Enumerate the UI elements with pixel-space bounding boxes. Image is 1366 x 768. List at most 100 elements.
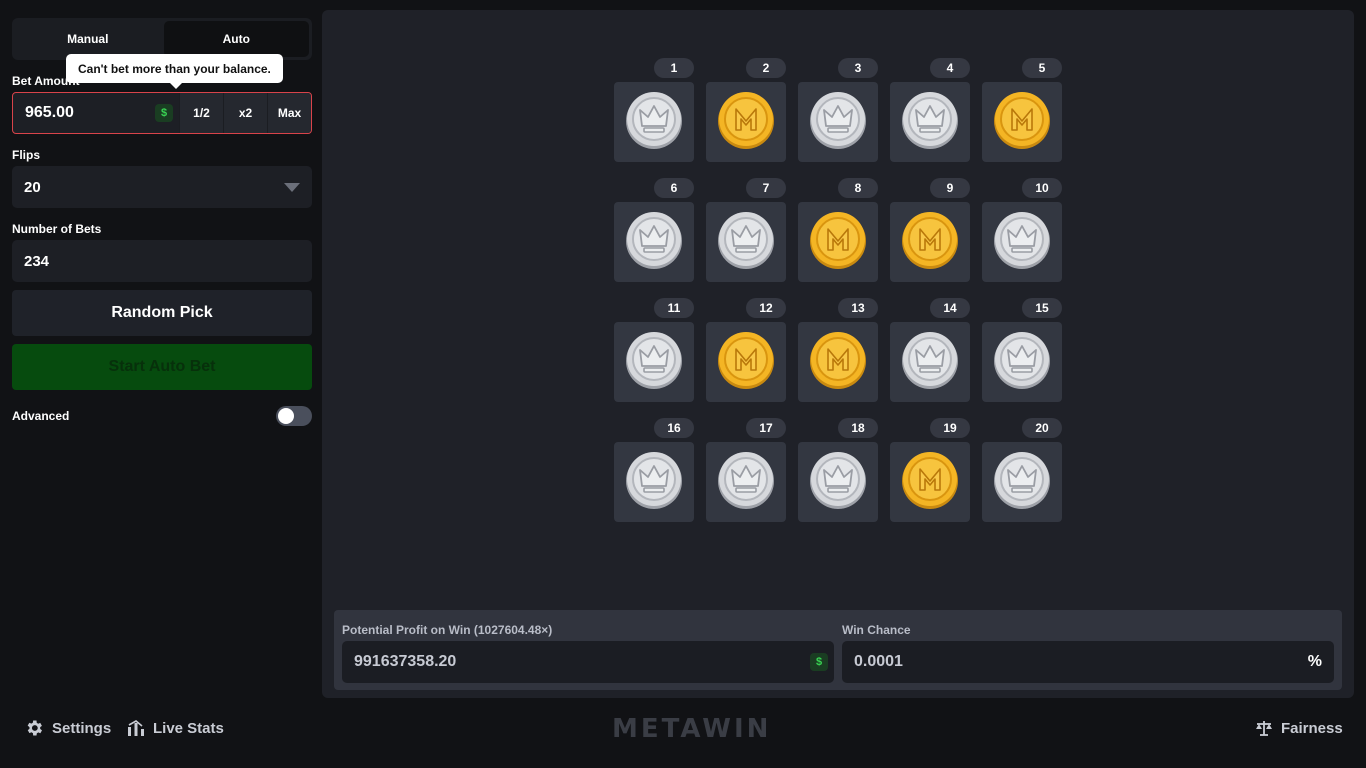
win-chance-label: Win Chance <box>842 623 911 637</box>
coin-cell: 5 <box>982 58 1062 162</box>
flips-value: 20 <box>24 178 41 196</box>
coin-cell: 11 <box>614 298 694 402</box>
win-chance-field[interactable]: 0.0001 % <box>842 641 1334 683</box>
settings-label: Settings <box>52 719 112 737</box>
potential-profit-value: 991637358.20 <box>354 653 457 670</box>
coin-slot[interactable] <box>614 442 694 522</box>
coin-cell: 14 <box>890 298 970 402</box>
coin-slot[interactable] <box>890 202 970 282</box>
coin-cell: 2 <box>706 58 786 162</box>
coin-cell: 19 <box>890 418 970 522</box>
coin-slot[interactable] <box>982 442 1062 522</box>
coin-number-badge: 8 <box>838 178 878 198</box>
coin-cell: 4 <box>890 58 970 162</box>
coin-number-badge: 9 <box>930 178 970 198</box>
fairness-button[interactable]: Fairness <box>1255 716 1343 740</box>
coin-slot[interactable] <box>798 442 878 522</box>
coin-number-badge: 2 <box>746 58 786 78</box>
chevron-down-icon <box>284 182 300 192</box>
coin-cell: 1 <box>614 58 694 162</box>
number-of-bets-input[interactable]: 234 <box>12 240 312 282</box>
flips-label: Flips <box>12 148 41 162</box>
coin-number-badge: 4 <box>930 58 970 78</box>
coin-number-badge: 6 <box>654 178 694 198</box>
coin-cell: 10 <box>982 178 1062 282</box>
coin-number-badge: 3 <box>838 58 878 78</box>
coin-number-badge: 11 <box>654 298 694 318</box>
coin-number-badge: 16 <box>654 418 694 438</box>
settings-button[interactable]: Settings <box>24 716 111 740</box>
coin-slot[interactable] <box>798 322 878 402</box>
coin-slot[interactable] <box>798 82 878 162</box>
coin-slot[interactable] <box>706 322 786 402</box>
silver-coin-icon <box>900 330 960 395</box>
tab-manual[interactable]: Manual <box>15 21 161 57</box>
coin-number-badge: 10 <box>1022 178 1062 198</box>
tab-auto[interactable]: Auto <box>163 21 309 57</box>
silver-coin-icon <box>808 90 868 155</box>
max-bet-button[interactable]: Max <box>267 93 311 133</box>
bet-amount-input[interactable]: 965.00 <box>13 104 155 122</box>
coin-number-badge: 14 <box>930 298 970 318</box>
coin-cell: 9 <box>890 178 970 282</box>
coin-slot[interactable] <box>982 202 1062 282</box>
silver-coin-icon <box>992 330 1052 395</box>
coin-number-badge: 18 <box>838 418 878 438</box>
coin-cell: 20 <box>982 418 1062 522</box>
coin-cell: 8 <box>798 178 878 282</box>
coin-slot[interactable] <box>798 202 878 282</box>
gold-coin-icon <box>900 450 960 515</box>
gold-coin-icon <box>808 330 868 395</box>
silver-coin-icon <box>992 450 1052 515</box>
live-stats-button[interactable]: Live Stats <box>127 716 224 740</box>
gear-icon <box>27 720 42 736</box>
potential-profit-label: Potential Profit on Win (1027604.48×) <box>342 623 553 637</box>
coin-slot[interactable] <box>890 82 970 162</box>
coin-slot[interactable] <box>890 322 970 402</box>
results-bar: Potential Profit on Win (1027604.48×) 99… <box>334 610 1342 690</box>
coin-slot[interactable] <box>706 442 786 522</box>
coin-cell: 7 <box>706 178 786 282</box>
gold-coin-icon <box>716 330 776 395</box>
percent-unit: % <box>1307 653 1322 670</box>
half-bet-button[interactable]: 1/2 <box>179 93 223 133</box>
silver-coin-icon <box>808 450 868 515</box>
coin-slot[interactable] <box>982 322 1062 402</box>
gold-coin-icon <box>900 210 960 275</box>
coin-slot[interactable] <box>706 82 786 162</box>
dollar-icon: $ <box>810 653 828 671</box>
coin-number-badge: 13 <box>838 298 878 318</box>
silver-coin-icon <box>900 90 960 155</box>
coin-number-badge: 1 <box>654 58 694 78</box>
win-chance-value: 0.0001 <box>854 653 903 670</box>
double-bet-button[interactable]: x2 <box>223 93 267 133</box>
advanced-row: Advanced <box>12 406 312 426</box>
coin-slot[interactable] <box>706 202 786 282</box>
flips-select[interactable]: 20 <box>12 166 312 208</box>
coin-cell: 15 <box>982 298 1062 402</box>
advanced-label: Advanced <box>12 409 70 423</box>
coin-cell: 17 <box>706 418 786 522</box>
coin-slot[interactable] <box>982 82 1062 162</box>
coin-slot[interactable] <box>614 202 694 282</box>
gold-coin-icon <box>716 90 776 155</box>
gold-coin-icon <box>808 210 868 275</box>
silver-coin-icon <box>624 210 684 275</box>
coin-number-badge: 5 <box>1022 58 1062 78</box>
coin-grid: 1 2 3 4 5 6 7 8 9 10 11 12 13 14 15 16 17 18 19 20 <box>614 58 1062 522</box>
silver-coin-icon <box>624 90 684 155</box>
random-pick-button[interactable]: Random Pick <box>12 290 312 336</box>
coin-slot[interactable] <box>614 82 694 162</box>
chart-icon <box>128 720 144 736</box>
coin-number-badge: 20 <box>1022 418 1062 438</box>
advanced-toggle[interactable] <box>276 406 312 426</box>
metawin-logo: METAWIN <box>612 714 772 744</box>
coin-slot[interactable] <box>614 322 694 402</box>
game-board: 1 2 3 4 5 6 7 8 9 10 11 12 13 14 15 16 17 18 19 20 Potentia… <box>322 10 1354 698</box>
coin-slot[interactable] <box>890 442 970 522</box>
potential-profit-field: 991637358.20 $ <box>342 641 834 683</box>
scales-icon <box>1256 721 1272 736</box>
start-auto-bet-button[interactable]: Start Auto Bet <box>12 344 312 390</box>
coin-cell: 18 <box>798 418 878 522</box>
number-of-bets-label: Number of Bets <box>12 222 102 236</box>
